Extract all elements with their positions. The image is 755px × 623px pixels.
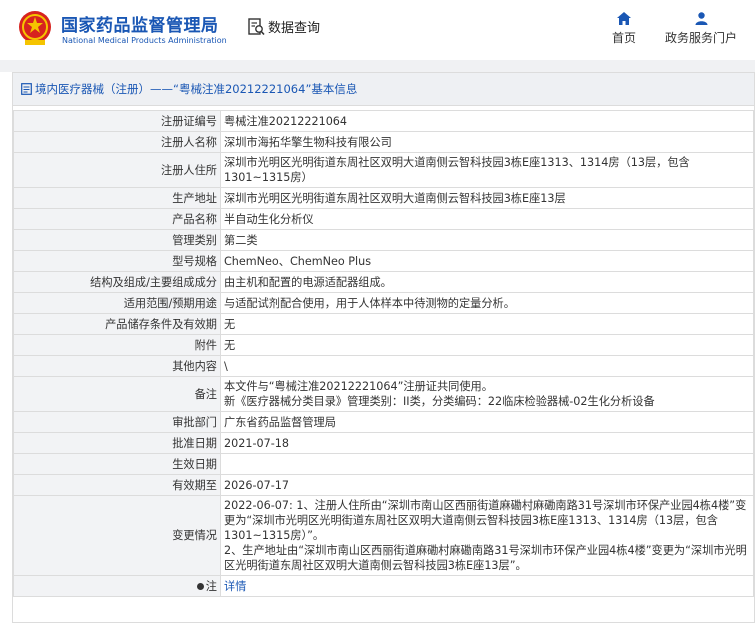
field-label: 结构及组成/主要组成成分	[13, 271, 221, 293]
field-value: 粤械注准20212221064	[220, 110, 754, 132]
field-value: 深圳市海拓华擎生物科技有限公司	[220, 131, 754, 153]
pin-icon	[196, 583, 204, 590]
field-label: 备注	[13, 376, 221, 412]
table-row: 注 详情	[13, 575, 754, 597]
field-value: 半自动生化分析仪	[220, 208, 754, 230]
detail-table: 注册证编号 粤械注准20212221064 注册人名称 深圳市海拓华擎生物科技有限公…	[13, 110, 754, 597]
table-row: 注册证编号 粤械注准20212221064	[13, 110, 754, 132]
table-row: 产品储存条件及有效期无	[13, 313, 754, 335]
field-value: 由主机和配置的电源适配器组成。	[220, 271, 754, 293]
search-document-icon	[248, 17, 265, 35]
field-label: 批准日期	[13, 432, 221, 454]
field-label: 适用范围/预期用途	[13, 292, 221, 314]
nav-service-label: 政务服务门户	[664, 31, 737, 45]
field-label: 注册证编号	[13, 110, 221, 132]
field-label: 注	[205, 579, 217, 593]
field-label: 型号规格	[13, 250, 221, 272]
table-row: 管理类别 第二类	[13, 229, 754, 251]
site-header: 国家药品监督管理局 National Medical Products Admi…	[0, 0, 755, 60]
table-row: 产品名称 半自动生化分析仪	[13, 208, 754, 230]
panel-title: 境内医疗器械（注册）——“粤械注准20212221064”基本信息	[35, 82, 358, 96]
table-row: 有效期至 2026-07-17	[13, 474, 754, 496]
field-value: 与适配试剂配合使用，用于人体样本中待测物的定量分析。	[220, 292, 754, 314]
note-label-cell: 注	[13, 575, 221, 597]
field-value: 2022-06-07: 1、注册人住所由“深圳市南山区西丽街道麻磡村麻磡南路31…	[220, 495, 754, 576]
table-row: 备注 本文件与“粤械注准20212221064”注册证共同使用。 新《医疗器械分…	[13, 376, 754, 412]
field-label: 变更情况	[13, 495, 221, 576]
field-value: 第二类	[220, 229, 754, 251]
field-value: ChemNeo、ChemNeo Plus	[220, 250, 754, 272]
field-value: 广东省药品监督管理局	[220, 411, 754, 433]
field-value: 深圳市光明区光明街道东周社区双明大道南侧云智科技园3栋E座13层	[220, 187, 754, 209]
field-label: 生效日期	[13, 453, 221, 475]
table-row: 变更情况 2022-06-07: 1、注册人住所由“深圳市南山区西丽街道麻磡村麻…	[13, 495, 754, 576]
field-label: 其他内容	[13, 355, 221, 377]
change-line: 2、生产地址由“深圳市南山区西丽街道麻磡村麻磡南路31号深圳市环保产业园4栋4楼…	[224, 544, 747, 572]
field-label: 注册人名称	[13, 131, 221, 153]
field-value: 详情	[220, 575, 754, 597]
document-icon	[21, 83, 32, 95]
field-label: 管理类别	[13, 229, 221, 251]
field-value: 本文件与“粤械注准20212221064”注册证共同使用。 新《医疗器械分类目录…	[220, 376, 754, 412]
details-link[interactable]: 详情	[224, 580, 246, 593]
field-label: 有效期至	[13, 474, 221, 496]
field-value: 无	[220, 313, 754, 335]
field-value: 2026-07-17	[220, 474, 754, 496]
nav-service-portal[interactable]: 政务服务门户	[661, 12, 741, 46]
field-label: 审批部门	[13, 411, 221, 433]
home-icon	[617, 12, 631, 25]
field-value: 2021-07-18	[220, 432, 754, 454]
nav-home-label: 首页	[611, 31, 636, 45]
nav-home[interactable]: 首页	[609, 12, 639, 46]
field-label: 附件	[13, 334, 221, 356]
national-emblem-logo	[19, 11, 51, 45]
field-label: 注册人住所	[13, 152, 221, 188]
panel-header: 境内医疗器械（注册）——“粤械注准20212221064”基本信息	[13, 73, 754, 106]
change-line: 2022-06-07: 1、注册人住所由“深圳市南山区西丽街道麻磡村麻磡南路31…	[224, 499, 747, 542]
field-value	[220, 453, 754, 475]
remark-line: 本文件与“粤械注准20212221064”注册证共同使用。	[224, 380, 493, 393]
field-value: \	[220, 355, 754, 377]
table-row: 适用范围/预期用途 与适配试剂配合使用，用于人体样本中待测物的定量分析。	[13, 292, 754, 314]
table-row: 生产地址 深圳市光明区光明街道东周社区双明大道南侧云智科技园3栋E座13层	[13, 187, 754, 209]
table-row: 批准日期 2021-07-18	[13, 432, 754, 454]
site-title-cn[interactable]: 国家药品监督管理局	[61, 11, 219, 36]
data-query-label: 数据查询	[268, 21, 321, 36]
table-row: 型号规格 ChemNeo、ChemNeo Plus	[13, 250, 754, 272]
field-label: 产品名称	[13, 208, 221, 230]
field-label: 产品储存条件及有效期	[13, 313, 221, 335]
header-divider-band	[0, 60, 755, 72]
table-row: 结构及组成/主要组成成分 由主机和配置的电源适配器组成。	[13, 271, 754, 293]
table-row: 审批部门 广东省药品监督管理局	[13, 411, 754, 433]
table-row: 其他内容 \	[13, 355, 754, 377]
table-row: 注册人名称 深圳市海拓华擎生物科技有限公司	[13, 131, 754, 153]
table-row: 生效日期	[13, 453, 754, 475]
user-icon	[695, 12, 707, 25]
data-query-link[interactable]: 数据查询	[248, 17, 320, 36]
table-row: 注册人住所 深圳市光明区光明街道东周社区双明大道南侧云智科技园3栋E座1313、1…	[13, 152, 754, 188]
table-row: 附件无	[13, 334, 754, 356]
field-value: 无	[220, 334, 754, 356]
remark-line: 新《医疗器械分类目录》管理类别：II类，分类编码：22临床检验器械-02生化分析…	[224, 395, 655, 408]
field-value: 深圳市光明区光明街道东周社区双明大道南侧云智科技园3栋E座1313、1314房（…	[220, 152, 754, 188]
field-label: 生产地址	[13, 187, 221, 209]
detail-panel: 境内医疗器械（注册）——“粤械注准20212221064”基本信息 注册证编号粤…	[12, 72, 755, 623]
site-title-en: National Medical Products Administration	[62, 36, 227, 45]
